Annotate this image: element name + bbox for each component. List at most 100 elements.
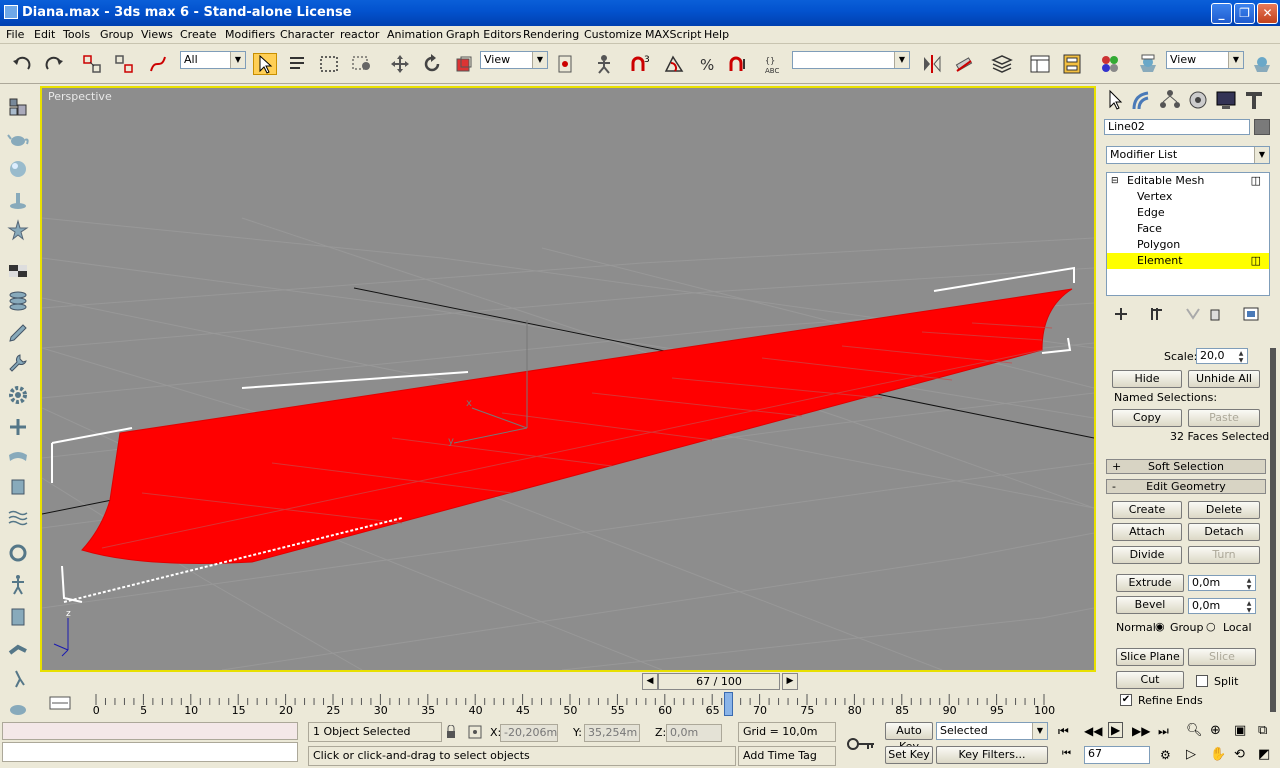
- maxscript-listener-mini[interactable]: [2, 722, 298, 740]
- go-to-end-icon[interactable]: ⏭: [1158, 724, 1169, 739]
- key-mode-toggle-icon[interactable]: ⏮: [1062, 748, 1071, 759]
- rectangular-selection-icon[interactable]: [317, 53, 341, 75]
- figure-icon[interactable]: [6, 475, 30, 499]
- absolute-mode-icon[interactable]: [468, 725, 482, 739]
- refine-ends-checkbox[interactable]: ✔: [1120, 694, 1132, 706]
- object-name-field[interactable]: Line02: [1104, 119, 1250, 135]
- stack-item-face[interactable]: Face: [1107, 221, 1269, 237]
- configure-modifier-sets-icon[interactable]: [1242, 306, 1260, 322]
- bevel-amount-field[interactable]: 0,0m ▲ ▼: [1188, 598, 1256, 614]
- spinner-icon[interactable]: ▲ ▼: [1244, 577, 1254, 591]
- next-frame-arrow-icon[interactable]: ▶: [782, 673, 798, 690]
- scale-field[interactable]: 20,0 ▲ ▼: [1196, 348, 1248, 364]
- spinner-icon[interactable]: ▲ ▼: [1236, 350, 1246, 364]
- zoom-extents-all-icon[interactable]: ⧉: [1258, 723, 1267, 738]
- current-frame-field[interactable]: 67: [1084, 746, 1150, 764]
- bone-icon[interactable]: [6, 415, 30, 439]
- wrench-icon[interactable]: [6, 351, 30, 375]
- go-to-start-icon[interactable]: ⏮: [1058, 724, 1069, 739]
- add-time-tag-button[interactable]: Add Time Tag: [738, 746, 836, 766]
- extrude-amount-field[interactable]: 0,0m ▲ ▼: [1188, 575, 1256, 591]
- mini-curve-editor-icon[interactable]: [48, 694, 72, 712]
- create-tab-icon[interactable]: [1102, 89, 1126, 111]
- slice-plane-button[interactable]: Slice Plane: [1116, 648, 1184, 666]
- named-selection-dropdown[interactable]: ▼: [792, 51, 910, 69]
- redo-icon[interactable]: [42, 53, 66, 75]
- manipulate-icon[interactable]: [592, 53, 616, 75]
- field-of-view-icon[interactable]: ▷: [1186, 747, 1196, 762]
- set-key-button[interactable]: Set Key: [885, 746, 933, 764]
- hierarchy-tab-icon[interactable]: [1158, 89, 1182, 111]
- turn-button[interactable]: Turn: [1188, 546, 1260, 564]
- select-and-rotate-icon[interactable]: [420, 53, 444, 75]
- zoom-extents-icon[interactable]: ▣: [1234, 723, 1246, 738]
- mirror-icon[interactable]: [920, 53, 944, 75]
- checker-icon[interactable]: [6, 259, 30, 283]
- schematic-view-icon[interactable]: [1060, 53, 1084, 75]
- edit-geometry-rollout[interactable]: - Edit Geometry: [1106, 479, 1266, 494]
- snap-toggle-icon[interactable]: 3: [628, 53, 652, 75]
- align-icon[interactable]: [952, 53, 976, 75]
- render-scene-icon[interactable]: [1136, 53, 1160, 75]
- rope-icon[interactable]: [6, 541, 30, 565]
- sphere-icon[interactable]: [6, 157, 30, 181]
- select-and-move-icon[interactable]: [388, 53, 412, 75]
- panel-icon[interactable]: [6, 605, 30, 629]
- select-and-scale-icon[interactable]: [452, 53, 476, 75]
- spinner-snap-icon[interactable]: [726, 53, 750, 75]
- pan-icon[interactable]: ✋: [1210, 747, 1226, 762]
- tube-icon[interactable]: [6, 637, 30, 661]
- stack-item-vertex[interactable]: Vertex: [1107, 189, 1269, 205]
- prev-frame-arrow-icon[interactable]: ◀: [642, 673, 658, 690]
- display-tab-icon[interactable]: [1214, 89, 1238, 111]
- pivot-center-icon[interactable]: [554, 53, 578, 75]
- slice-button[interactable]: Slice: [1188, 648, 1256, 666]
- motion-tab-icon[interactable]: [1186, 89, 1210, 111]
- spinner-icon[interactable]: ▲ ▼: [1244, 600, 1254, 614]
- maximize-button[interactable]: ❐: [1234, 3, 1255, 24]
- attach-button[interactable]: Attach: [1112, 523, 1182, 541]
- group-radio[interactable]: ◉: [1155, 620, 1165, 633]
- z-coordinate-field[interactable]: 0,0m: [666, 724, 722, 742]
- star-icon[interactable]: [6, 219, 30, 243]
- collapse-icon[interactable]: ⊟: [1111, 173, 1119, 189]
- modifier-list-dropdown[interactable]: Modifier List ▼: [1106, 146, 1270, 164]
- menu-tools[interactable]: Tools: [63, 28, 90, 41]
- perspective-viewport[interactable]: x y z Perspective: [40, 86, 1096, 672]
- local-radio[interactable]: ○: [1206, 620, 1216, 633]
- edit-named-selection-icon[interactable]: {} ABC: [762, 53, 786, 75]
- object-color-swatch[interactable]: [1254, 119, 1270, 135]
- auto-key-button[interactable]: Auto Key: [885, 722, 933, 753]
- window-crossing-icon[interactable]: [350, 53, 374, 75]
- extrude-button[interactable]: Extrude: [1116, 574, 1184, 592]
- bind-space-warp-icon[interactable]: [146, 53, 170, 75]
- menu-group[interactable]: Group: [100, 28, 134, 41]
- menu-file[interactable]: File: [6, 28, 24, 41]
- maximize-viewport-icon[interactable]: ◩: [1258, 747, 1270, 762]
- zoom-icon[interactable]: 🔍︎: [1186, 723, 1203, 738]
- layer-manager-icon[interactable]: [990, 53, 1014, 75]
- select-by-name-icon[interactable]: [285, 53, 309, 75]
- water-icon[interactable]: [6, 505, 30, 529]
- play-icon[interactable]: ▶: [1108, 722, 1124, 738]
- zoom-all-icon[interactable]: ⊕: [1210, 723, 1221, 738]
- key-icon[interactable]: [846, 734, 876, 754]
- menu-character[interactable]: Character: [280, 28, 334, 41]
- render-type-dropdown[interactable]: View ▼: [1166, 51, 1244, 69]
- pin-stack-icon[interactable]: [1112, 306, 1130, 322]
- teapot-icon[interactable]: [6, 127, 30, 151]
- menu-graph-editors[interactable]: Graph Editors: [446, 28, 522, 41]
- pencil-icon[interactable]: [6, 321, 30, 345]
- material-editor-icon[interactable]: [1098, 53, 1122, 75]
- stack-item-edge[interactable]: Edge: [1107, 205, 1269, 221]
- track-bar[interactable]: 0 5 10 15 20 25 30 35 40 45 50 55 60 65 70 75 80 85 90 95 10…: [40, 692, 1098, 718]
- selection-filter-dropdown[interactable]: All ▼: [180, 51, 246, 69]
- lock-selection-icon[interactable]: [444, 725, 458, 739]
- undo-icon[interactable]: [10, 53, 34, 75]
- menu-reactor[interactable]: reactor: [340, 28, 379, 41]
- make-unique-icon[interactable]: [1184, 306, 1202, 322]
- menu-create[interactable]: Create: [180, 28, 217, 41]
- time-slider[interactable]: ◀ 67 / 100 ▶: [640, 673, 800, 691]
- unlink-selection-icon[interactable]: [112, 53, 136, 75]
- cloth-icon[interactable]: [6, 445, 30, 469]
